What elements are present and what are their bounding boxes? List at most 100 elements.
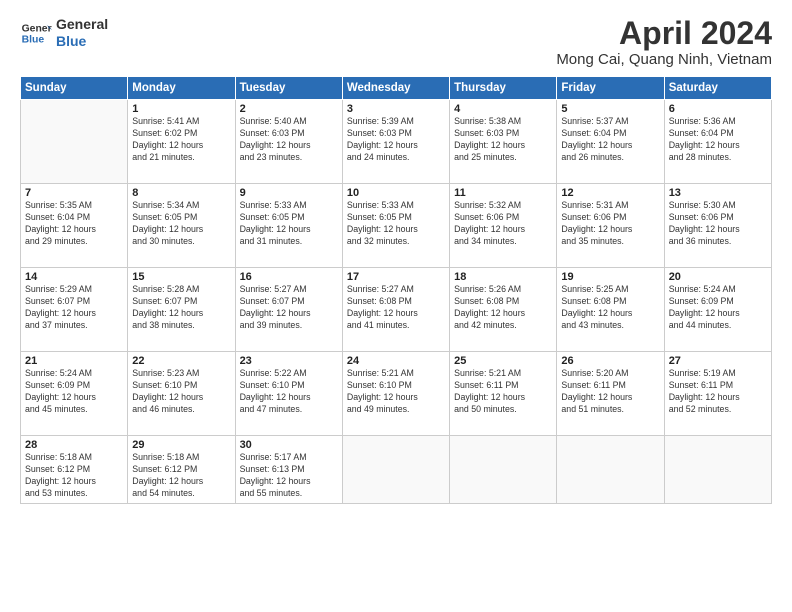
col-header-sunday: Sunday [21,77,128,100]
day-info: Sunrise: 5:21 AM Sunset: 6:11 PM Dayligh… [454,368,552,416]
day-info: Sunrise: 5:24 AM Sunset: 6:09 PM Dayligh… [669,284,767,332]
day-number: 7 [25,187,123,199]
day-info: Sunrise: 5:34 AM Sunset: 6:05 PM Dayligh… [132,200,230,248]
col-header-monday: Monday [128,77,235,100]
day-info: Sunrise: 5:27 AM Sunset: 6:08 PM Dayligh… [347,284,445,332]
calendar-cell: 13Sunrise: 5:30 AM Sunset: 6:06 PM Dayli… [664,184,771,268]
calendar-cell: 5Sunrise: 5:37 AM Sunset: 6:04 PM Daylig… [557,100,664,184]
day-info: Sunrise: 5:18 AM Sunset: 6:12 PM Dayligh… [25,452,123,500]
logo-icon: General Blue [20,17,52,49]
col-header-saturday: Saturday [664,77,771,100]
day-info: Sunrise: 5:20 AM Sunset: 6:11 PM Dayligh… [561,368,659,416]
svg-text:General: General [22,23,52,34]
day-number: 8 [132,187,230,199]
calendar-cell: 8Sunrise: 5:34 AM Sunset: 6:05 PM Daylig… [128,184,235,268]
calendar-cell: 18Sunrise: 5:26 AM Sunset: 6:08 PM Dayli… [450,268,557,352]
calendar-table: SundayMondayTuesdayWednesdayThursdayFrid… [20,76,772,504]
col-header-tuesday: Tuesday [235,77,342,100]
calendar-cell: 28Sunrise: 5:18 AM Sunset: 6:12 PM Dayli… [21,436,128,504]
day-number: 16 [240,271,338,283]
day-info: Sunrise: 5:37 AM Sunset: 6:04 PM Dayligh… [561,116,659,164]
calendar-cell: 2Sunrise: 5:40 AM Sunset: 6:03 PM Daylig… [235,100,342,184]
day-number: 10 [347,187,445,199]
calendar-cell: 21Sunrise: 5:24 AM Sunset: 6:09 PM Dayli… [21,352,128,436]
calendar-cell: 19Sunrise: 5:25 AM Sunset: 6:08 PM Dayli… [557,268,664,352]
calendar-cell: 20Sunrise: 5:24 AM Sunset: 6:09 PM Dayli… [664,268,771,352]
calendar-cell: 9Sunrise: 5:33 AM Sunset: 6:05 PM Daylig… [235,184,342,268]
day-number: 4 [454,103,552,115]
day-info: Sunrise: 5:19 AM Sunset: 6:11 PM Dayligh… [669,368,767,416]
day-number: 12 [561,187,659,199]
day-number: 6 [669,103,767,115]
day-number: 9 [240,187,338,199]
calendar-title: April 2024 [556,16,772,51]
day-info: Sunrise: 5:21 AM Sunset: 6:10 PM Dayligh… [347,368,445,416]
day-number: 24 [347,355,445,367]
calendar-cell: 10Sunrise: 5:33 AM Sunset: 6:05 PM Dayli… [342,184,449,268]
day-info: Sunrise: 5:22 AM Sunset: 6:10 PM Dayligh… [240,368,338,416]
day-info: Sunrise: 5:27 AM Sunset: 6:07 PM Dayligh… [240,284,338,332]
day-number: 27 [669,355,767,367]
day-number: 13 [669,187,767,199]
day-info: Sunrise: 5:31 AM Sunset: 6:06 PM Dayligh… [561,200,659,248]
calendar-cell: 14Sunrise: 5:29 AM Sunset: 6:07 PM Dayli… [21,268,128,352]
day-number: 26 [561,355,659,367]
calendar-cell: 29Sunrise: 5:18 AM Sunset: 6:12 PM Dayli… [128,436,235,504]
day-number: 3 [347,103,445,115]
day-number: 21 [25,355,123,367]
day-info: Sunrise: 5:39 AM Sunset: 6:03 PM Dayligh… [347,116,445,164]
calendar-cell [664,436,771,504]
calendar-cell: 24Sunrise: 5:21 AM Sunset: 6:10 PM Dayli… [342,352,449,436]
logo-general: General [56,16,108,33]
day-info: Sunrise: 5:26 AM Sunset: 6:08 PM Dayligh… [454,284,552,332]
calendar-subtitle: Mong Cai, Quang Ninh, Vietnam [556,51,772,68]
day-info: Sunrise: 5:17 AM Sunset: 6:13 PM Dayligh… [240,452,338,500]
title-block: April 2024 Mong Cai, Quang Ninh, Vietnam [556,16,772,68]
day-number: 28 [25,439,123,451]
day-info: Sunrise: 5:40 AM Sunset: 6:03 PM Dayligh… [240,116,338,164]
day-info: Sunrise: 5:36 AM Sunset: 6:04 PM Dayligh… [669,116,767,164]
calendar-cell: 3Sunrise: 5:39 AM Sunset: 6:03 PM Daylig… [342,100,449,184]
day-number: 15 [132,271,230,283]
col-header-thursday: Thursday [450,77,557,100]
day-number: 11 [454,187,552,199]
day-info: Sunrise: 5:35 AM Sunset: 6:04 PM Dayligh… [25,200,123,248]
calendar-cell: 25Sunrise: 5:21 AM Sunset: 6:11 PM Dayli… [450,352,557,436]
day-info: Sunrise: 5:25 AM Sunset: 6:08 PM Dayligh… [561,284,659,332]
logo: General Blue General Blue [20,16,108,50]
day-number: 23 [240,355,338,367]
header: General Blue General Blue April 2024 Mon… [20,16,772,68]
day-info: Sunrise: 5:23 AM Sunset: 6:10 PM Dayligh… [132,368,230,416]
day-info: Sunrise: 5:41 AM Sunset: 6:02 PM Dayligh… [132,116,230,164]
calendar-cell: 1Sunrise: 5:41 AM Sunset: 6:02 PM Daylig… [128,100,235,184]
calendar-cell: 27Sunrise: 5:19 AM Sunset: 6:11 PM Dayli… [664,352,771,436]
day-number: 17 [347,271,445,283]
calendar-page: General Blue General Blue April 2024 Mon… [0,0,792,612]
calendar-cell [342,436,449,504]
day-number: 5 [561,103,659,115]
calendar-cell [450,436,557,504]
calendar-cell: 4Sunrise: 5:38 AM Sunset: 6:03 PM Daylig… [450,100,557,184]
day-number: 19 [561,271,659,283]
day-number: 25 [454,355,552,367]
col-header-wednesday: Wednesday [342,77,449,100]
calendar-cell: 11Sunrise: 5:32 AM Sunset: 6:06 PM Dayli… [450,184,557,268]
day-info: Sunrise: 5:24 AM Sunset: 6:09 PM Dayligh… [25,368,123,416]
calendar-cell: 12Sunrise: 5:31 AM Sunset: 6:06 PM Dayli… [557,184,664,268]
calendar-cell: 15Sunrise: 5:28 AM Sunset: 6:07 PM Dayli… [128,268,235,352]
calendar-cell: 6Sunrise: 5:36 AM Sunset: 6:04 PM Daylig… [664,100,771,184]
calendar-cell: 26Sunrise: 5:20 AM Sunset: 6:11 PM Dayli… [557,352,664,436]
logo-blue: Blue [56,33,108,50]
calendar-cell: 23Sunrise: 5:22 AM Sunset: 6:10 PM Dayli… [235,352,342,436]
day-number: 14 [25,271,123,283]
day-number: 2 [240,103,338,115]
calendar-cell: 16Sunrise: 5:27 AM Sunset: 6:07 PM Dayli… [235,268,342,352]
day-info: Sunrise: 5:33 AM Sunset: 6:05 PM Dayligh… [347,200,445,248]
day-number: 20 [669,271,767,283]
day-info: Sunrise: 5:18 AM Sunset: 6:12 PM Dayligh… [132,452,230,500]
day-info: Sunrise: 5:29 AM Sunset: 6:07 PM Dayligh… [25,284,123,332]
calendar-cell: 7Sunrise: 5:35 AM Sunset: 6:04 PM Daylig… [21,184,128,268]
svg-text:Blue: Blue [22,34,45,45]
col-header-friday: Friday [557,77,664,100]
calendar-cell [557,436,664,504]
